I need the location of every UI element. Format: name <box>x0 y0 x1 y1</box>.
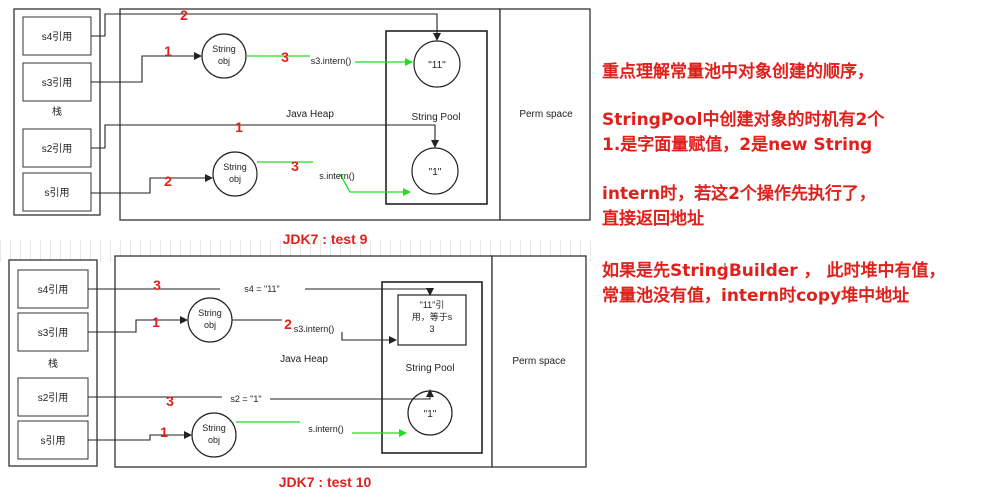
stack-label-s: s引用 <box>41 435 66 447</box>
pool-ref-line3: 3 <box>429 324 434 334</box>
caption-test-9: JDK7 : test 9 <box>283 231 368 247</box>
note-line-4: intern时，若这2个操作先执行了， <box>602 184 876 204</box>
heap-obj-1-line2: obj <box>218 56 230 66</box>
stack-label-s3: s3引用 <box>42 77 73 89</box>
pool-object-1-label: "1" <box>429 167 442 178</box>
stack-caption: 栈 <box>52 105 62 118</box>
diagram-test-9: s4引用 s3引用 栈 s2引用 s引用 Perm space Java Hea… <box>13 7 591 247</box>
step-number: 2 <box>164 173 172 189</box>
call-label-s3-intern: s3.intern() <box>311 56 352 66</box>
perm-space-label: Perm space <box>512 356 566 367</box>
stack-label-s2: s2引用 <box>42 143 73 155</box>
heap-obj-2-line1: String <box>202 423 226 433</box>
step-number: 1 <box>164 43 172 59</box>
step-number: 3 <box>291 158 299 174</box>
stack-label-s4: s4引用 <box>42 31 73 43</box>
stack-label-s4: s4引用 <box>38 284 69 296</box>
stack-label-s3: s3引用 <box>38 327 69 339</box>
diagram-test-10: s4引用 s3引用 栈 s2引用 s引用 Perm space Java Hea… <box>8 255 587 490</box>
assign-label-s2: s2 = "1" <box>230 394 261 404</box>
pool-object-1-label: "1" <box>424 409 437 420</box>
java-heap-label: Java Heap <box>280 354 328 365</box>
step-number: 1 <box>152 314 160 330</box>
step-number: 2 <box>284 316 292 332</box>
perm-space-label: Perm space <box>519 109 573 120</box>
step-number: 3 <box>281 49 289 65</box>
call-label-s-intern: s.intern() <box>308 424 344 434</box>
note-line-3: 1.是字面量赋值，2是new String <box>602 135 873 155</box>
caption-test-10: JDK7 : test 10 <box>279 474 372 490</box>
heap-obj-2-line2: obj <box>229 174 241 184</box>
step-number: 1 <box>235 119 243 135</box>
stack-caption: 栈 <box>48 357 58 370</box>
heap-obj-1-line1: String <box>198 308 222 318</box>
stack-label-s: s引用 <box>45 187 70 199</box>
note-line-1: 重点理解常量池中对象创建的顺序， <box>602 62 874 82</box>
heap-obj-2-line2: obj <box>208 435 220 445</box>
step-number: 2 <box>180 7 188 23</box>
call-label-s3-intern: s3.intern() <box>294 324 335 334</box>
string-pool-label: String Pool <box>406 363 455 374</box>
java-heap-label: Java Heap <box>286 109 334 120</box>
step-number: 3 <box>166 393 174 409</box>
step-number: 3 <box>153 277 161 293</box>
stack-label-s2: s2引用 <box>38 392 69 404</box>
note-line-2: StringPool中创建对象的时机有2个 <box>602 110 885 130</box>
heap-obj-1-line2: obj <box>204 320 216 330</box>
note-line-6: 如果是先StringBuilder ， 此时堆中有值， <box>602 261 946 281</box>
note-line-5: 直接返回地址 <box>602 209 704 229</box>
step-number: 1 <box>160 424 168 440</box>
heap-obj-1-line1: String <box>212 44 236 54</box>
call-label-s-intern: s.intern() <box>319 171 355 181</box>
assign-label-s4: s4 = "11" <box>244 284 280 294</box>
note-line-7: 常量池没有值，intern时copy堆中地址 <box>602 286 910 306</box>
string-pool-label: String Pool <box>412 112 461 123</box>
pool-ref-line2: 用，等于s <box>412 311 453 322</box>
heap-obj-2-line1: String <box>223 162 247 172</box>
pool-object-11-label: "11" <box>428 60 446 71</box>
pool-ref-line1: "11"引 <box>420 300 445 310</box>
